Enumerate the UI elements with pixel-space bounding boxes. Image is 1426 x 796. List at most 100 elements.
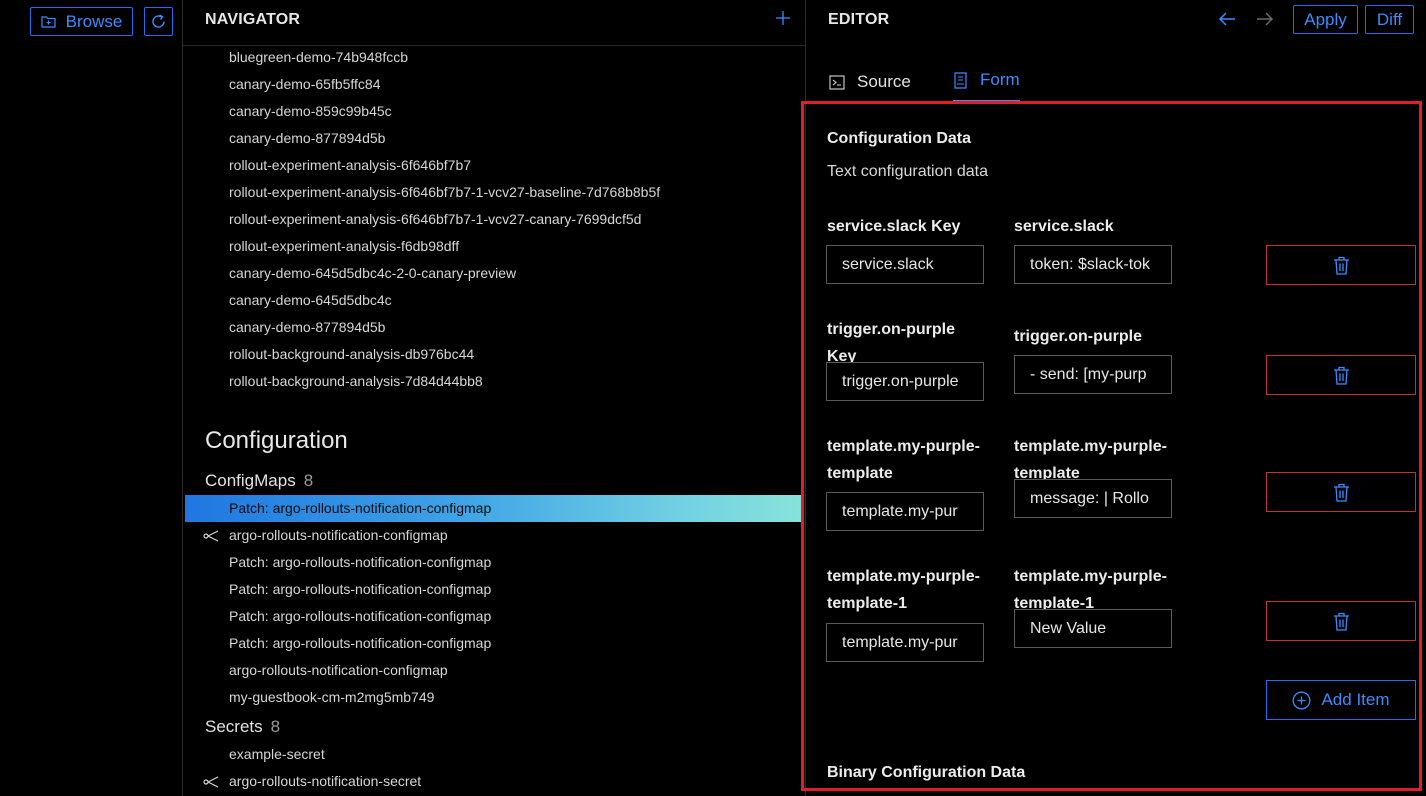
resource-item-label: canary-demo-65fb5ffc84 [229, 76, 381, 92]
configuration-section-title: Configuration [205, 427, 348, 454]
secret-item[interactable]: example-secret [183, 741, 805, 768]
trash-icon [1333, 366, 1350, 385]
resource-item-label: canary-demo-645d5dbc4c [229, 292, 392, 308]
resource-item[interactable]: rollout-experiment-analysis-6f646bf7b7 [183, 152, 805, 179]
delete-item-button[interactable] [1266, 355, 1416, 395]
key-input[interactable]: template.my-pur [826, 623, 984, 662]
resource-item[interactable]: canary-demo-877894d5b [183, 314, 805, 341]
browse-label: Browse [65, 11, 123, 31]
resource-item[interactable]: rollout-experiment-analysis-6f646bf7b7-1… [183, 179, 805, 206]
secret-item-label: example-secret [229, 746, 325, 762]
toolbar-pane: Browse [0, 0, 181, 796]
configmap-item-label: Patch: argo-rollouts-notification-config… [229, 554, 492, 570]
resource-item[interactable]: rollout-experiment-analysis-f6db98dff [183, 233, 805, 260]
refresh-icon [150, 13, 167, 30]
key-label: template.my-purple-template [827, 438, 980, 482]
resource-item-label: canary-demo-859c99b45c [229, 103, 392, 119]
resource-item-label: rollout-background-analysis-db976bc44 [229, 346, 475, 362]
configmap-item-label: Patch: argo-rollouts-notification-config… [229, 635, 492, 651]
delete-item-button[interactable] [1266, 601, 1416, 641]
configmap-item[interactable]: Patch: argo-rollouts-notification-config… [185, 495, 801, 522]
resource-item[interactable]: canary-demo-645d5dbc4c-2-0-canary-previe… [183, 260, 805, 287]
resource-item-label: canary-demo-877894d5b [229, 319, 386, 335]
resource-item[interactable]: canary-demo-65fb5ffc84 [183, 71, 805, 98]
terminal-icon [829, 74, 845, 90]
navigator-title: NAVIGATOR [205, 11, 301, 28]
add-item-button[interactable]: Add Item [1266, 680, 1416, 720]
configmaps-group[interactable]: ConfigMaps 8 [205, 471, 313, 491]
trash-icon [1333, 612, 1350, 631]
trash-icon [1333, 256, 1350, 275]
add-resource-button[interactable] [775, 10, 791, 26]
delete-item-button[interactable] [1266, 472, 1416, 512]
resource-item[interactable]: rollout-background-analysis-7d84d44bb8 [183, 368, 805, 395]
configmap-item-label: Patch: argo-rollouts-notification-config… [229, 500, 492, 516]
resource-item-label: canary-demo-877894d5b [229, 130, 386, 146]
value-input[interactable]: message: | Rollo [1014, 479, 1172, 518]
configmap-item[interactable]: Patch: argo-rollouts-notification-config… [183, 603, 805, 630]
configmap-item-label: argo-rollouts-notification-configmap [229, 527, 448, 543]
branch-icon [203, 529, 220, 543]
browse-button[interactable]: Browse [30, 7, 133, 36]
secrets-label: Secrets [205, 717, 263, 736]
resource-item[interactable]: canary-demo-877894d5b [183, 125, 805, 152]
key-input[interactable]: service.slack [826, 245, 984, 284]
back-button[interactable] [1218, 11, 1236, 27]
value-label: trigger.on-purple [1014, 328, 1142, 345]
value-input[interactable]: - send: [my-purp [1014, 355, 1172, 394]
tab-source-label: Source [857, 72, 911, 91]
folder-icon [41, 15, 56, 28]
configmap-item[interactable]: Patch: argo-rollouts-notification-config… [183, 576, 805, 603]
resource-item[interactable]: rollout-experiment-analysis-6f646bf7b7-1… [183, 206, 805, 233]
key-input[interactable]: template.my-pur [826, 492, 984, 531]
plus-circle-icon [1292, 691, 1311, 710]
resource-item-label: rollout-background-analysis-7d84d44bb8 [229, 373, 483, 389]
configmap-item[interactable]: Patch: argo-rollouts-notification-config… [183, 549, 805, 576]
resource-item[interactable]: canary-demo-859c99b45c [183, 98, 805, 125]
configmap-item-label: Patch: argo-rollouts-notification-config… [229, 608, 492, 624]
secret-item[interactable]: argo-rollouts-notification-secret [183, 768, 805, 795]
configmap-item[interactable]: argo-rollouts-notification-configmap [183, 522, 805, 549]
resource-item[interactable]: canary-demo-645d5dbc4c [183, 287, 805, 314]
resource-item[interactable]: rollout-background-analysis-db976bc44 [183, 341, 805, 368]
arrow-right-icon [1256, 11, 1274, 27]
tab-source[interactable]: Source [829, 62, 911, 102]
plus-icon [775, 10, 791, 26]
resource-item-label: canary-demo-645d5dbc4c-2-0-canary-previe… [229, 265, 517, 281]
secrets-group[interactable]: Secrets 8 [205, 717, 280, 737]
value-input[interactable]: New Value [1014, 609, 1172, 648]
configmap-item[interactable]: Patch: argo-rollouts-notification-config… [183, 630, 805, 657]
branch-icon [203, 775, 220, 789]
editor-title: EDITOR [828, 11, 890, 28]
config-form: Configuration Data Text configuration da… [801, 101, 1422, 791]
delete-item-button[interactable] [1266, 245, 1416, 285]
diff-button[interactable]: Diff [1365, 5, 1414, 34]
apply-button[interactable]: Apply [1293, 5, 1358, 34]
configuration-data-subtitle: Text configuration data [827, 163, 988, 180]
resource-item[interactable]: bluegreen-demo-74b948fccb [183, 44, 805, 71]
form-icon [953, 71, 968, 89]
trash-icon [1333, 483, 1350, 502]
tab-form-label: Form [980, 70, 1020, 89]
resource-item-label: bluegreen-demo-74b948fccb [229, 49, 409, 65]
secret-item-label: argo-rollouts-notification-secret [229, 773, 422, 789]
configmap-item-label: Patch: argo-rollouts-notification-config… [229, 581, 492, 597]
key-label: service.slack Key [827, 218, 961, 235]
configmaps-label: ConfigMaps [205, 471, 296, 490]
configuration-data-title: Configuration Data [827, 130, 971, 147]
refresh-button[interactable] [144, 7, 173, 36]
configmap-item[interactable]: argo-rollouts-notification-configmap [183, 657, 805, 684]
configmaps-count: 8 [303, 471, 314, 490]
value-input[interactable]: token: $slack-tok [1014, 245, 1172, 284]
binary-configuration-data-title: Binary Configuration Data [827, 764, 1026, 781]
resource-item-label: rollout-experiment-analysis-f6db98dff [229, 238, 460, 254]
configmap-item-label: my-guestbook-cm-m2mg5mb749 [229, 689, 435, 705]
forward-button[interactable] [1256, 11, 1274, 27]
secrets-count: 8 [270, 717, 281, 736]
key-label: template.my-purple-template-1 [827, 568, 980, 612]
tab-form[interactable]: Form [953, 62, 1020, 102]
arrow-left-icon [1218, 11, 1236, 27]
configmap-item[interactable]: my-guestbook-cm-m2mg5mb749 [183, 684, 805, 711]
resource-item-label: rollout-experiment-analysis-6f646bf7b7-1… [229, 184, 661, 200]
key-input[interactable]: trigger.on-purple [826, 362, 984, 401]
